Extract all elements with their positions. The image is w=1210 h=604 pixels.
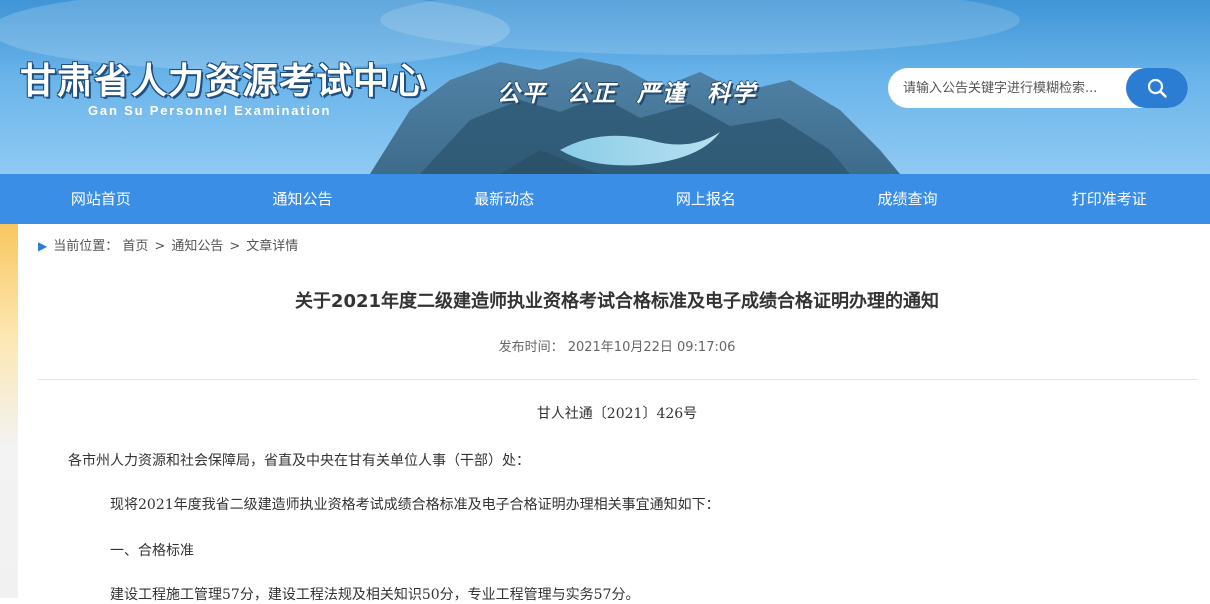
breadcrumb-separator: > [229,239,241,254]
article-salutation: 各市州人力资源和社会保障局，省直及中央在甘有关单位人事（干部）处： [68,453,530,469]
main-nav: 网站首页 通知公告 最新动态 网上报名 成绩查询 打印准考证 [0,174,1210,224]
search-input[interactable] [888,68,1124,108]
nav-item-home[interactable]: 网站首页 [0,174,202,224]
site-title: 甘肃省人力资源考试中心 [20,61,428,102]
breadcrumb-prefix: 当前位置： [53,239,119,254]
nav-item-print-admission[interactable]: 打印准考证 [1008,174,1210,224]
search-button[interactable] [1126,68,1188,108]
search-box [888,68,1188,108]
document-number: 甘人社通〔2021〕426号 [536,406,698,422]
breadcrumb-arrow-icon: ▶ [38,239,48,253]
article-paragraph: 建设工程施工管理57分，建设工程法规及相关知识50分，专业工程管理与实务57分。 [110,587,640,603]
breadcrumb-home-link[interactable]: 首页 [122,239,148,254]
nav-item-news[interactable]: 最新动态 [403,174,605,224]
article-title: 关于2021年度二级建造师执业资格考试合格标准及电子成绩合格证明办理的通知 [294,291,940,312]
nav-item-score-query[interactable]: 成绩查询 [807,174,1009,224]
nav-item-registration[interactable]: 网上报名 [605,174,807,224]
breadcrumb-separator: > [154,239,166,254]
site-subtitle: Gan Su Personnel Examination [88,103,332,118]
section-heading: 一、合格标准 [110,543,194,559]
article-intro: 现将2021年度我省二级建造师执业资格考试成绩合格标准及电子合格证明办理相关事宜… [110,497,720,513]
breadcrumb-section-link[interactable]: 通知公告 [171,239,223,254]
site-motto: 公平 公正 严谨 科学 [497,80,758,107]
search-icon [1147,78,1167,98]
breadcrumb: ▶ 当前位置： 首页 > 通知公告 > 文章详情 [38,235,298,254]
divider [38,379,1198,380]
nav-item-notices[interactable]: 通知公告 [202,174,404,224]
header-banner: 甘肃省人力资源考试中心 Gan Su Personnel Examination… [0,0,1210,174]
publish-time: 发布时间： 2021年10月22日 09:17:06 [498,340,736,355]
breadcrumb-current: 文章详情 [246,239,299,254]
